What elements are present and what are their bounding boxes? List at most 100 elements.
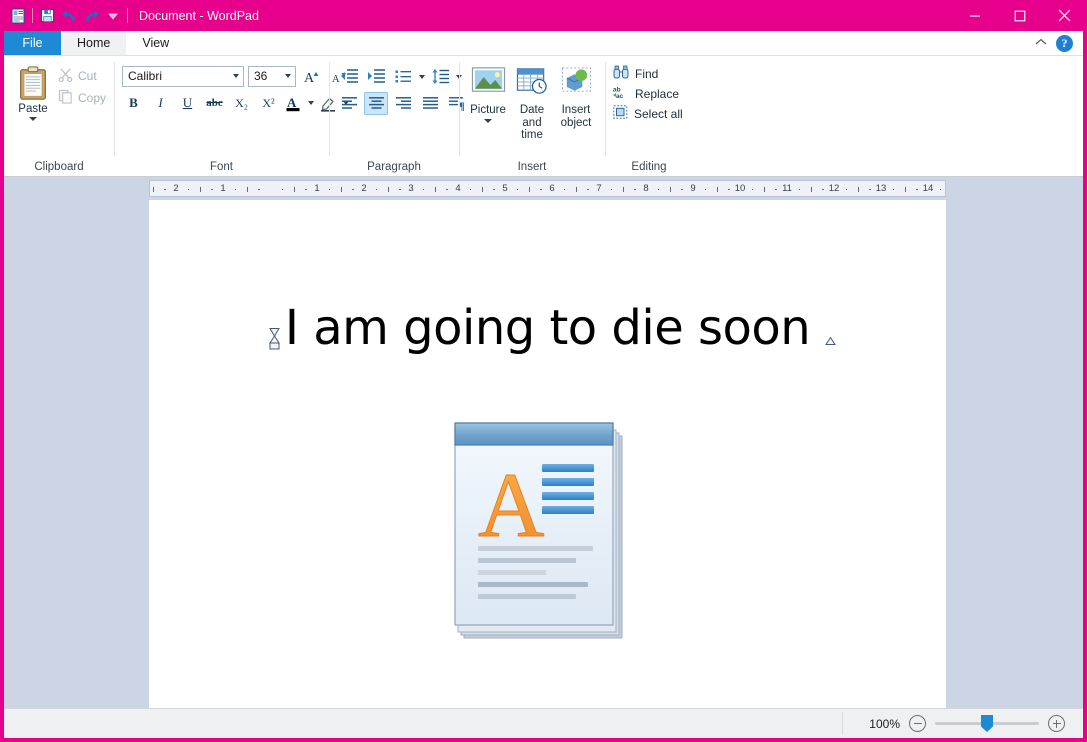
- align-left-button[interactable]: [337, 92, 361, 115]
- document-page[interactable]: I am going to die soon: [149, 200, 946, 708]
- picture-icon: [471, 66, 506, 101]
- ruler-tick-mark: [869, 189, 871, 191]
- ruler-tick-mark: [905, 187, 906, 192]
- replace-button[interactable]: ab ac Replace: [613, 85, 679, 102]
- copy-button[interactable]: Copy: [58, 89, 106, 107]
- font-family-select[interactable]: Calibri: [122, 66, 244, 87]
- window-client-area: File Home View ?: [4, 31, 1083, 738]
- svg-text:A: A: [478, 454, 544, 556]
- scissors-icon: [58, 67, 73, 85]
- qat-separator: [32, 8, 33, 23]
- zoom-percent-label: 100%: [869, 717, 900, 731]
- qat-separator-2: [127, 8, 128, 23]
- ruler-tick-mark: [247, 187, 248, 192]
- find-button[interactable]: Find: [613, 65, 658, 82]
- line-spacing-button[interactable]: [428, 65, 452, 88]
- document-image[interactable]: A: [149, 418, 946, 648]
- hanging-indent-marker[interactable]: [269, 336, 280, 350]
- ruler[interactable]: 3211234567891011121314: [149, 180, 946, 197]
- insert-object-button[interactable]: Insert object: [555, 64, 597, 129]
- ruler-tick-mark: [399, 189, 401, 191]
- ruler-tick-mark: [305, 189, 307, 191]
- ruler-tick-mark: [258, 189, 260, 191]
- maximize-button[interactable]: [997, 0, 1042, 31]
- ruler-tick-mark: [846, 189, 848, 191]
- zoom-in-button[interactable]: [1048, 715, 1065, 732]
- strikethrough-button[interactable]: abc: [203, 92, 226, 114]
- picture-button[interactable]: Picture: [467, 64, 509, 123]
- close-button[interactable]: [1042, 0, 1087, 31]
- tab-file[interactable]: File: [4, 31, 61, 55]
- ruler-tick-mark: [717, 187, 718, 192]
- calendar-clock-icon: [516, 66, 549, 101]
- justify-button[interactable]: [418, 92, 442, 115]
- collapse-ribbon-icon[interactable]: [1035, 38, 1047, 49]
- bullets-dropdown-icon[interactable]: [419, 75, 425, 79]
- find-label: Find: [635, 67, 658, 81]
- chevron-down-icon: [233, 74, 239, 78]
- ruler-tick-label: 3: [408, 183, 413, 194]
- zoom-out-button[interactable]: [909, 715, 926, 732]
- zoom-slider-thumb[interactable]: [981, 715, 993, 732]
- text-color-dropdown-icon[interactable]: [308, 101, 314, 105]
- clipboard-group-label: Clipboard: [4, 158, 114, 176]
- align-center-button[interactable]: [364, 92, 388, 115]
- ruler-tick-label: 1: [314, 183, 319, 194]
- increase-indent-button[interactable]: [364, 65, 388, 88]
- select-all-label: Select all: [634, 107, 683, 121]
- picture-dropdown-icon[interactable]: [484, 119, 492, 123]
- zoom-slider[interactable]: [935, 715, 1039, 732]
- window-border-bottom: [0, 738, 1087, 742]
- ruler-tick-mark: [294, 187, 295, 192]
- select-all-icon: [613, 105, 628, 122]
- ruler-tick-mark: [752, 189, 754, 191]
- superscript-button[interactable]: X²: [257, 92, 280, 114]
- tab-view[interactable]: View: [126, 31, 185, 55]
- ruler-tick-label: 12: [829, 183, 840, 194]
- cut-button[interactable]: Cut: [58, 67, 106, 85]
- customize-qat-icon[interactable]: [102, 5, 124, 27]
- decrease-indent-button[interactable]: [337, 65, 361, 88]
- redo-icon[interactable]: [80, 5, 102, 27]
- minimize-button[interactable]: [952, 0, 997, 31]
- ruler-tick-mark: [587, 189, 589, 191]
- insert-object-label: Insert object: [555, 104, 597, 129]
- ribbon-group-editing: Find ab ac Replace: [605, 56, 693, 176]
- font-size-select[interactable]: 36: [248, 66, 296, 87]
- ruler-tick-mark: [564, 189, 566, 191]
- grow-font-button[interactable]: A: [300, 65, 323, 87]
- align-right-button[interactable]: [391, 92, 415, 115]
- ruler-tick-mark: [470, 189, 472, 191]
- italic-button[interactable]: I: [149, 92, 172, 114]
- right-indent-marker[interactable]: [825, 337, 836, 345]
- ruler-tick-mark: [529, 187, 530, 192]
- text-color-button[interactable]: A: [284, 92, 303, 114]
- ruler-tick-label: 14: [923, 183, 934, 194]
- save-icon[interactable]: [36, 5, 58, 27]
- svg-text:A: A: [287, 95, 297, 110]
- wordpad-window: Document - WordPad File Home View: [0, 0, 1087, 742]
- paste-button[interactable]: Paste: [12, 63, 54, 121]
- select-all-button[interactable]: Select all: [613, 105, 683, 122]
- date-and-time-label: Date and time: [511, 104, 553, 142]
- bullets-button[interactable]: [391, 65, 415, 88]
- ruler-tick-mark: [188, 189, 190, 191]
- undo-icon[interactable]: [58, 5, 80, 27]
- ruler-tick-mark: [634, 189, 636, 191]
- cut-label: Cut: [78, 69, 97, 83]
- document-area: I am going to die soon: [4, 200, 1083, 708]
- subscript-button[interactable]: X₂: [230, 92, 253, 114]
- ruler-tick-label: 2: [361, 183, 366, 194]
- paragraph-group-label: Paragraph: [329, 158, 459, 176]
- insert-group-label: Insert: [459, 158, 605, 176]
- help-icon[interactable]: ?: [1056, 35, 1073, 52]
- app-icon[interactable]: [7, 5, 29, 27]
- ruler-tick-mark: [376, 189, 378, 191]
- date-and-time-button[interactable]: Date and time: [511, 64, 553, 142]
- tab-home[interactable]: Home: [61, 31, 126, 55]
- underline-button[interactable]: U: [176, 92, 199, 114]
- bold-button[interactable]: B: [122, 92, 145, 114]
- font-size-value: 36: [254, 69, 267, 83]
- paste-dropdown-icon[interactable]: [29, 117, 37, 121]
- ribbon-group-paragraph: ¶ Paragraph: [329, 56, 459, 176]
